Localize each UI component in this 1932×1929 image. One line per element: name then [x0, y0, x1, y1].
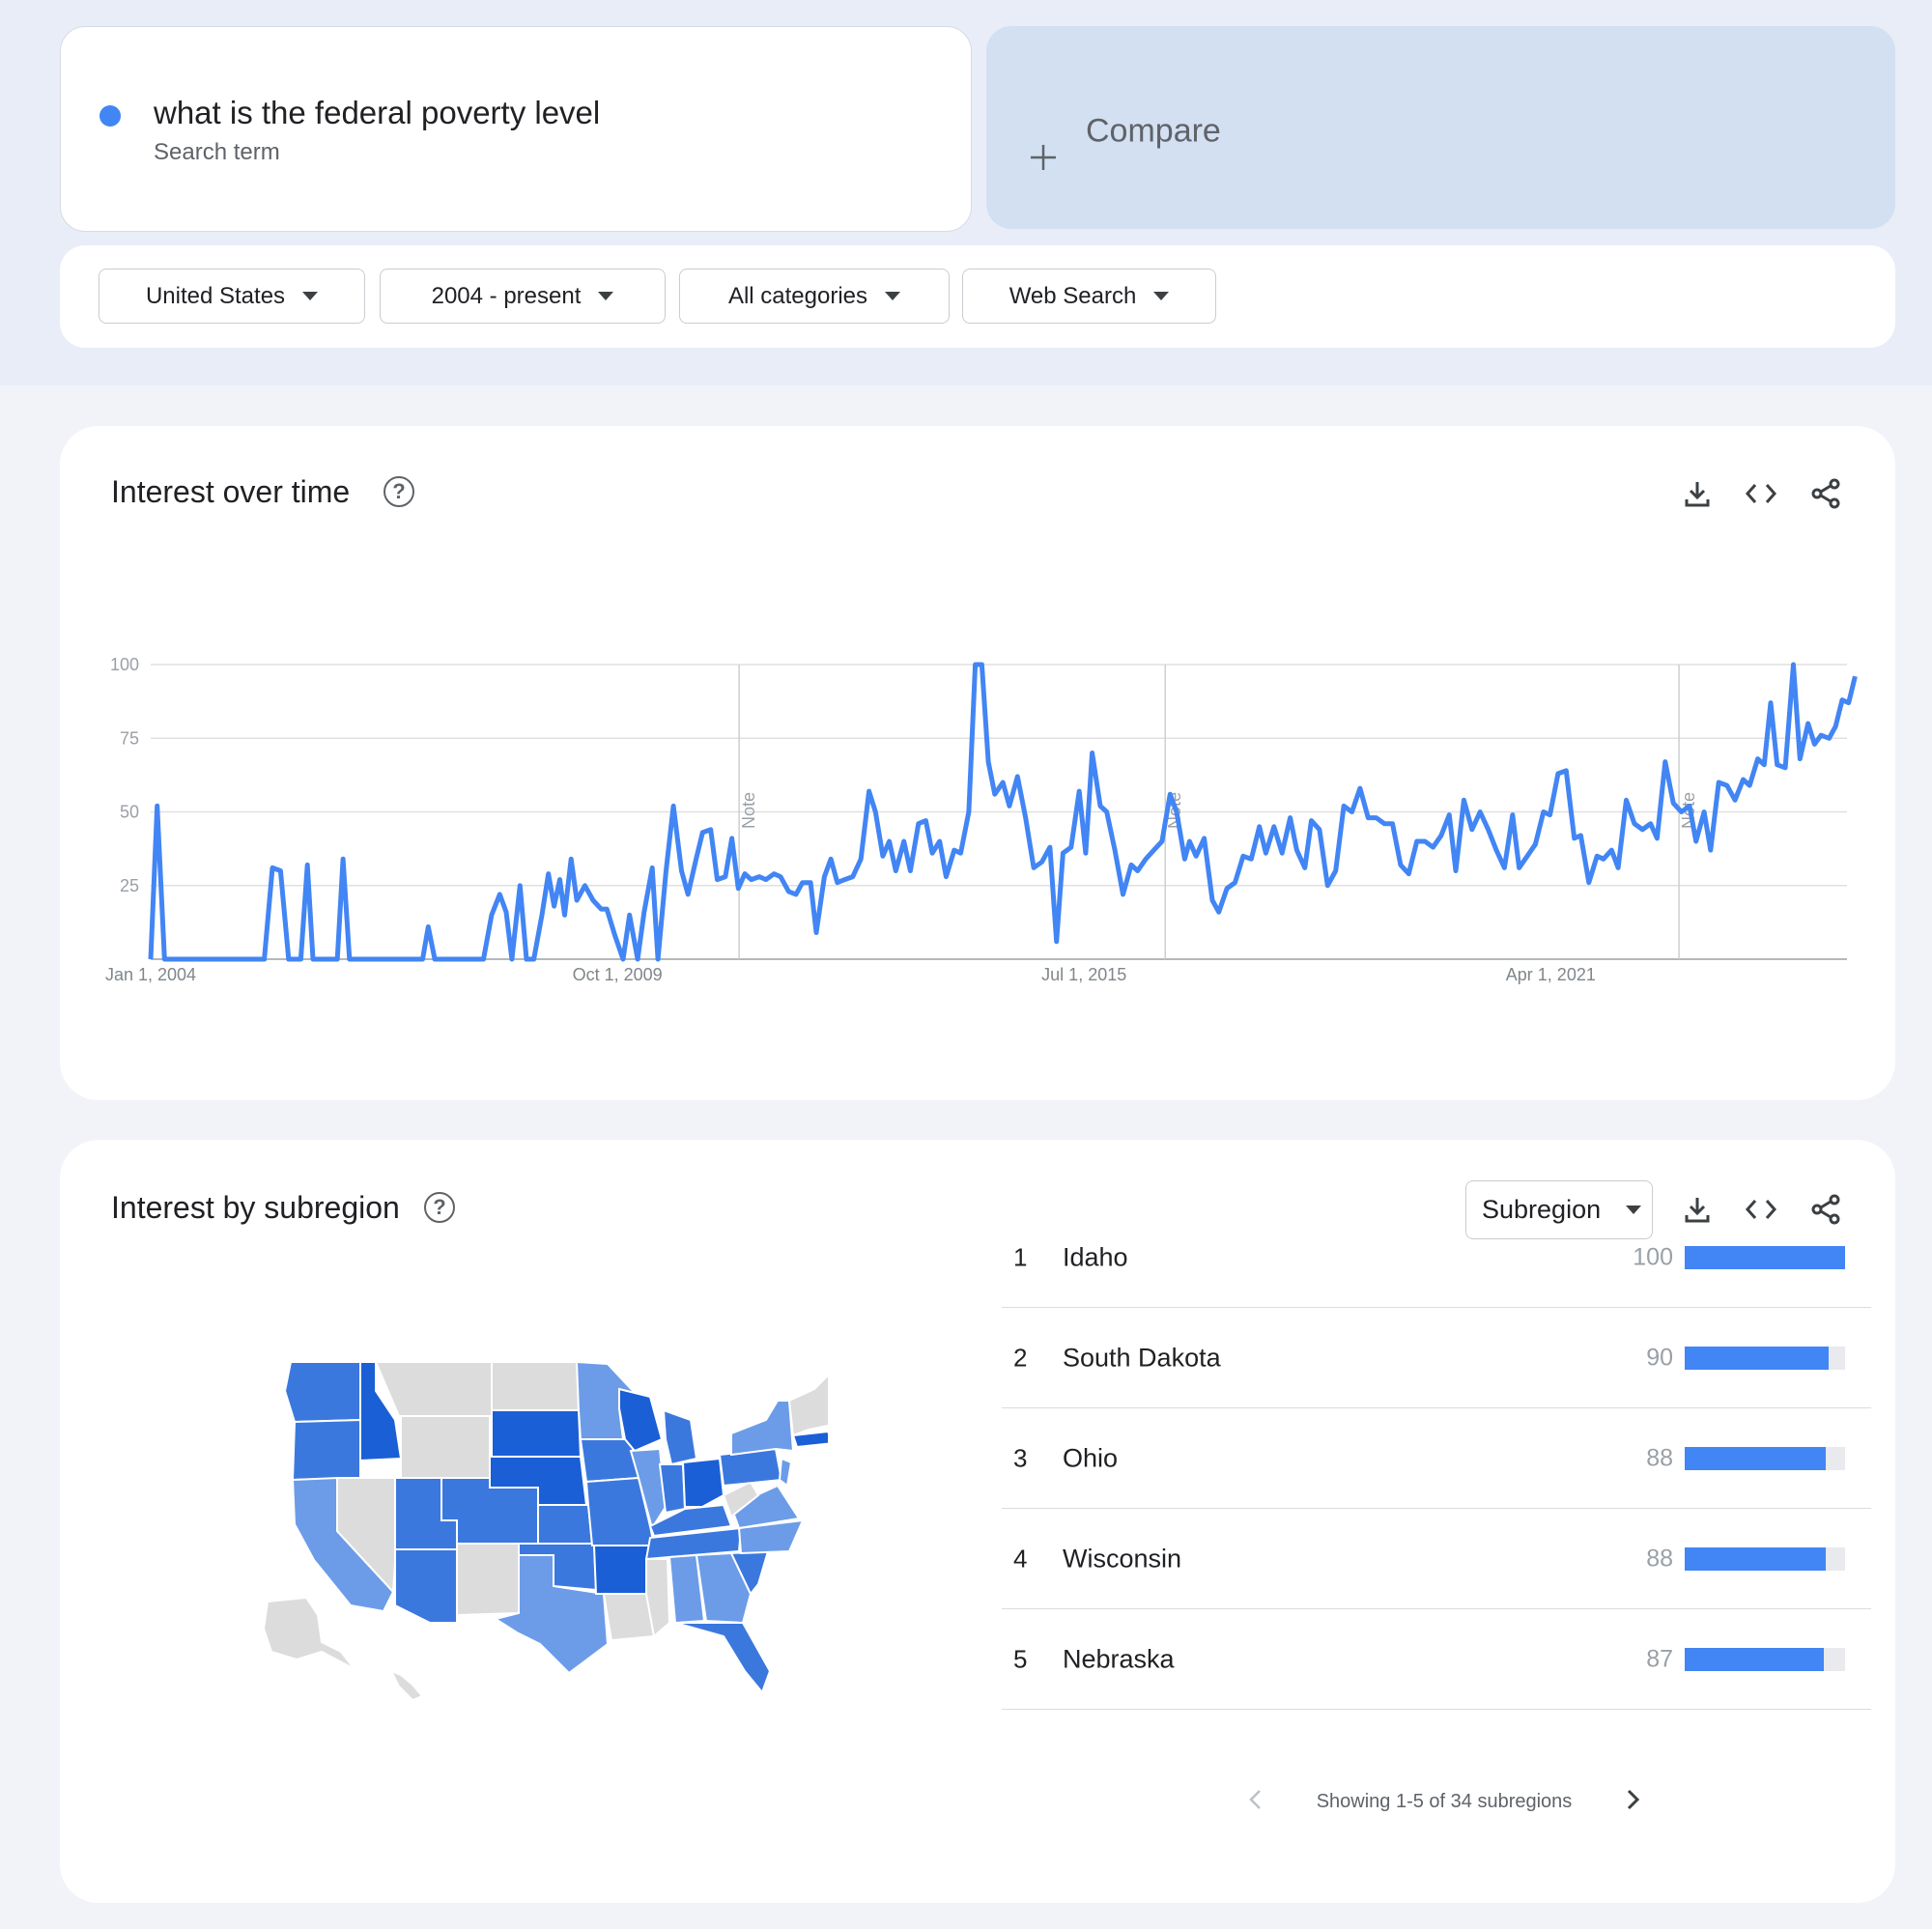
subregion-name[interactable]: Ohio: [1063, 1443, 1118, 1473]
search-type-dropdown-label: Web Search: [1009, 282, 1137, 309]
subregion-name[interactable]: Nebraska: [1063, 1644, 1175, 1674]
map-state-washington[interactable]: [283, 1362, 361, 1424]
subregion-bar-fill: [1685, 1346, 1830, 1370]
map-state-new-jersey[interactable]: [778, 1457, 793, 1488]
x-tick-label: Jan 1, 2004: [105, 965, 196, 984]
y-tick-label: 50: [120, 803, 139, 822]
search-term-text[interactable]: what is the federal poverty level: [154, 95, 600, 131]
subregion-bar-track: [1685, 1346, 1845, 1370]
subregion-row[interactable]: 3 Ohio 88: [1002, 1408, 1871, 1509]
subregion-value: 88: [1646, 1444, 1673, 1471]
caret-down-icon: [598, 292, 614, 300]
subregion-bar-fill: [1685, 1546, 1827, 1571]
subregion-bar-track: [1685, 1647, 1845, 1671]
pager-text: Showing 1-5 of 34 subregions: [1316, 1790, 1573, 1812]
period-dropdown-label: 2004 - present: [431, 282, 582, 309]
subregion-rank: 5: [1013, 1644, 1028, 1673]
map-state-ohio[interactable]: [681, 1457, 725, 1508]
interest-line-chart: 100755025Note Note NoteJan 1, 2004 Oct 1, 2…: [105, 655, 1858, 984]
period-dropdown[interactable]: 2004 - present: [380, 269, 666, 324]
x-tick-label: Oct 1, 2009: [573, 965, 663, 984]
x-tick-label: Apr 1, 2021: [1506, 965, 1596, 984]
note-marker-label: Note: [739, 792, 758, 829]
map-state-hawaii[interactable]: [388, 1669, 424, 1702]
search-term-card[interactable]: what is the federal poverty level Search…: [60, 26, 972, 232]
search-type-dropdown[interactable]: Web Search: [962, 269, 1216, 324]
region-dropdown-label: United States: [145, 282, 286, 309]
subregion-rank: 2: [1013, 1343, 1028, 1372]
map-state-michigan[interactable]: [662, 1408, 698, 1466]
compare-label: Compare: [1086, 112, 1221, 150]
map-state-arizona[interactable]: [394, 1548, 458, 1624]
subregion-value: 87: [1646, 1645, 1673, 1672]
caret-down-icon: [885, 292, 901, 300]
category-dropdown-label: All categories: [727, 282, 868, 309]
map-state-massachusetts[interactable]: [791, 1430, 828, 1449]
subregion-pager: Showing 1-5 of 34 subregions: [1246, 1782, 1642, 1821]
us-subregion-map[interactable]: [229, 1362, 828, 1729]
subregion-name[interactable]: Wisconsin: [1063, 1544, 1181, 1574]
subregion-rank: 3: [1013, 1443, 1028, 1472]
subregion-bar-track: [1685, 1546, 1845, 1571]
caret-down-icon: [302, 292, 319, 300]
chevron-left-icon[interactable]: [1246, 1788, 1265, 1816]
map-state-alaska[interactable]: [262, 1596, 355, 1670]
map-state-south-dakota[interactable]: [491, 1409, 582, 1458]
map-state-kansas[interactable]: [537, 1504, 594, 1545]
subregion-bar-fill: [1685, 1245, 1845, 1269]
map-state-wyoming[interactable]: [400, 1415, 491, 1479]
subregion-rank: 1: [1013, 1242, 1028, 1271]
y-tick-label: 25: [120, 876, 139, 895]
filter-bar: United States 2004 - present All categor…: [60, 245, 1895, 348]
term-color-dot: [99, 105, 121, 127]
category-dropdown[interactable]: All categories: [679, 269, 950, 324]
subregion-row[interactable]: 1 Idaho 100: [1002, 1207, 1871, 1308]
interest-by-subregion-title: Interest by subregion: [111, 1190, 400, 1225]
help-icon[interactable]: ?: [424, 1192, 455, 1223]
map-state-new-york[interactable]: [730, 1400, 795, 1457]
subregion-bar-track: [1685, 1245, 1845, 1269]
subregion-value: 100: [1633, 1243, 1673, 1270]
subregion-bar-track: [1685, 1446, 1845, 1470]
y-tick-label: 75: [120, 728, 139, 748]
subregion-row[interactable]: 5 Nebraska 87: [1002, 1609, 1871, 1710]
map-state-louisiana[interactable]: [602, 1593, 656, 1642]
subregion-name[interactable]: Idaho: [1063, 1242, 1128, 1272]
map-state-new-mexico[interactable]: [456, 1543, 520, 1617]
region-dropdown[interactable]: United States: [99, 269, 365, 324]
subregion-value: 88: [1646, 1545, 1673, 1572]
map-state-montana[interactable]: [374, 1362, 493, 1417]
map-state-arkansas[interactable]: [592, 1545, 652, 1595]
map-state-north-dakota[interactable]: [491, 1362, 581, 1411]
chevron-right-icon[interactable]: [1623, 1788, 1642, 1816]
subregion-row[interactable]: 4 Wisconsin 88: [1002, 1509, 1871, 1609]
search-term-sublabel: Search term: [154, 139, 280, 165]
subregion-row[interactable]: 2 South Dakota 90: [1002, 1308, 1871, 1408]
compare-button[interactable]: Compare: [986, 26, 1895, 229]
subregion-bar-fill: [1685, 1446, 1827, 1470]
map-state-pennsylvania[interactable]: [718, 1447, 783, 1488]
y-tick-label: 100: [110, 655, 139, 674]
subregion-value: 90: [1646, 1344, 1673, 1371]
map-state-florida[interactable]: [674, 1622, 772, 1694]
subregion-name[interactable]: South Dakota: [1063, 1343, 1221, 1373]
x-tick-label: Jul 1, 2015: [1041, 965, 1126, 984]
map-state-new-england[interactable]: [787, 1372, 828, 1437]
plus-icon: [1031, 145, 1056, 170]
interest-over-time-card: Interest over time ? 100 75 50 25 Note Note No…: [60, 426, 1895, 1100]
map-state-oregon[interactable]: [291, 1418, 361, 1482]
caret-down-icon: [1153, 292, 1170, 300]
subregion-rank: 4: [1013, 1544, 1028, 1573]
subregion-bar-fill: [1685, 1647, 1825, 1671]
